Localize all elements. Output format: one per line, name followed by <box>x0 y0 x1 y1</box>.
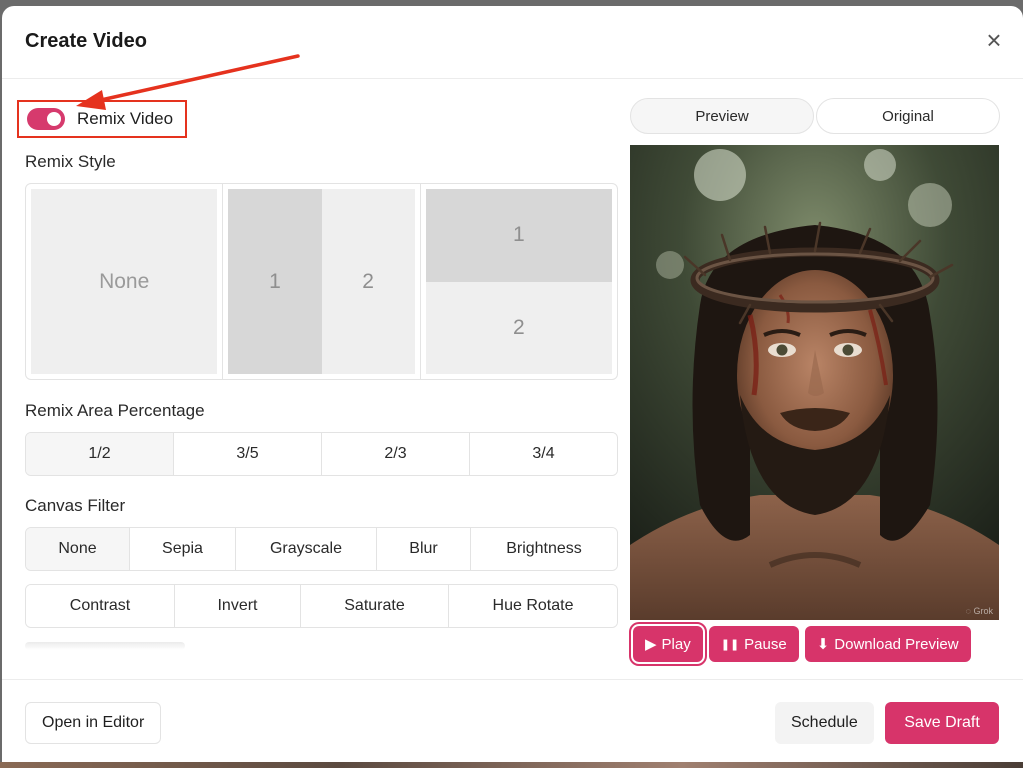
download-preview-button[interactable]: ⬇ Download Preview <box>804 626 971 662</box>
open-in-editor-button[interactable]: Open in Editor <box>25 702 162 744</box>
page-backdrop <box>0 762 1023 768</box>
remix-area-selector: 1/2 3/5 2/3 3/4 <box>25 432 618 476</box>
stacked-part-1: 1 <box>425 189 612 282</box>
pause-icon: ❚❚ <box>720 638 740 651</box>
stacked-part-2: 2 <box>425 281 612 374</box>
filter-contrast[interactable]: Contrast <box>26 585 175 627</box>
remix-video-label: Remix Video <box>77 109 174 128</box>
filter-none[interactable]: None <box>26 528 130 570</box>
close-icon: × <box>986 25 1002 55</box>
play-button[interactable]: ▶ Play <box>629 622 707 666</box>
schedule-button[interactable]: Schedule <box>775 702 874 744</box>
remix-style-side-by-side[interactable]: 1 2 <box>223 184 421 379</box>
remix-style-stacked[interactable]: 1 2 <box>421 184 617 379</box>
video-preview[interactable]: ◌ Grok <box>630 145 999 620</box>
side-by-side-part-1: 1 <box>228 189 322 374</box>
preview-image <box>630 145 999 620</box>
remix-style-label: Remix Style <box>25 152 116 171</box>
filter-invert[interactable]: Invert <box>175 585 301 627</box>
filter-sepia[interactable]: Sepia <box>130 528 236 570</box>
remix-video-toggle[interactable] <box>27 108 65 130</box>
remix-area-label: Remix Area Percentage <box>25 401 205 420</box>
remix-style-options: None 1 2 1 2 <box>25 183 618 380</box>
tab-original[interactable]: Original <box>816 98 1000 134</box>
remix-style-none[interactable]: None <box>26 184 224 379</box>
toggle-knob <box>47 112 61 126</box>
scroll-cutoff-fade <box>25 642 185 650</box>
filter-saturate[interactable]: Saturate <box>301 585 449 627</box>
area-option-3-4[interactable]: 3/4 <box>470 433 617 475</box>
canvas-filter-row-2: Contrast Invert Saturate Hue Rotate <box>25 584 618 628</box>
preview-controls: ▶ Play ❚❚ Pause ⬇ Download Preview <box>629 622 971 666</box>
watermark-icon: ◌ <box>965 606 971 616</box>
pause-button[interactable]: ❚❚ Pause <box>708 626 799 662</box>
grok-watermark: ◌ Grok <box>965 606 993 616</box>
canvas-filter-label: Canvas Filter <box>25 496 126 515</box>
close-button[interactable]: × <box>981 25 1007 55</box>
area-option-1-2[interactable]: 1/2 <box>26 433 174 475</box>
filter-grayscale[interactable]: Grayscale <box>236 528 377 570</box>
tab-preview[interactable]: Preview <box>630 98 814 134</box>
remix-video-toggle-row[interactable]: Remix Video <box>17 100 187 138</box>
area-option-3-5[interactable]: 3/5 <box>174 433 322 475</box>
create-video-modal: Create Video × Remix Video Remix Style N… <box>2 6 1023 762</box>
modal-footer: Open in Editor Schedule Save Draft <box>2 679 1023 762</box>
stacked-preview: 1 2 <box>425 189 612 374</box>
download-icon: ⬇ <box>816 636 830 653</box>
save-draft-button[interactable]: Save Draft <box>885 702 999 744</box>
play-icon: ▶ <box>645 636 657 653</box>
preview-view-tabs: Preview Original <box>630 98 1000 134</box>
remix-style-none-preview: None <box>31 189 218 374</box>
canvas-filter-row-1: None Sepia Grayscale Blur Brightness <box>25 527 618 571</box>
filter-blur[interactable]: Blur <box>377 528 471 570</box>
area-option-2-3[interactable]: 2/3 <box>322 433 470 475</box>
side-by-side-preview: 1 2 <box>228 189 415 374</box>
filter-hue-rotate[interactable]: Hue Rotate <box>449 585 617 627</box>
filter-brightness[interactable]: Brightness <box>471 528 617 570</box>
side-by-side-part-2: 2 <box>321 189 415 374</box>
